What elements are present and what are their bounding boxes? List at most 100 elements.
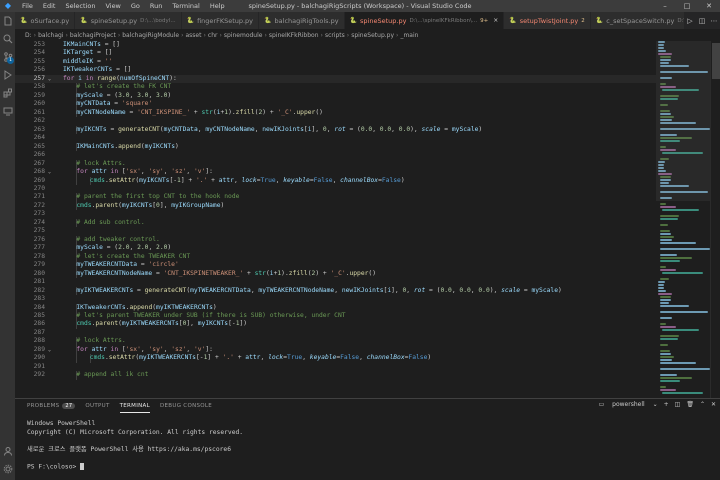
maximize-button[interactable]: □ [676, 0, 698, 12]
menu-view[interactable]: View [100, 2, 125, 10]
code-line[interactable]: 278 # let's create the TWEAKER CNT [15, 252, 656, 262]
code-line[interactable]: 257 ⌄ for i in range(numOfSpineCNT): [15, 74, 656, 84]
minimize-button[interactable]: – [654, 0, 676, 12]
code-line[interactable]: 260 myCNTData = 'square' [15, 100, 656, 109]
editor-scrollbar[interactable] [710, 41, 720, 398]
source-control-icon[interactable]: 1 [0, 48, 15, 66]
split-editor-icon[interactable]: ◫ [696, 17, 708, 25]
trash-icon[interactable]: 🗑 [686, 401, 694, 408]
close-tab-icon[interactable]: × [493, 17, 498, 24]
code-line[interactable]: 275 [15, 227, 656, 235]
fold-chevron-icon[interactable]: ⌄ [48, 168, 51, 176]
panel-tab-debug-console[interactable]: DEBUG CONSOLE [160, 400, 212, 412]
maximize-panel-icon[interactable]: ⌃ [700, 401, 705, 408]
code-line[interactable]: 282 myIKTWEAKERCNTs = generateCNT(myTWEAK… [15, 286, 656, 296]
code-line[interactable]: 274 # Add sub control. [15, 218, 656, 228]
editor-tab[interactable]: 🐍 fingerFKSetup.py [181, 12, 260, 29]
breadcrumb-item[interactable]: asset [186, 32, 202, 39]
menu-help[interactable]: Help [205, 2, 230, 10]
code-line[interactable]: 283 [15, 295, 656, 303]
code-line[interactable]: 279 myTWEAKERCNTData = 'circle' [15, 261, 656, 270]
code-line[interactable]: 263 myIKCNTs = generateCNT(myCNTData, myC… [15, 125, 656, 135]
account-icon[interactable] [0, 442, 15, 460]
scrollbar-thumb[interactable] [712, 43, 720, 79]
code-line[interactable]: 261 myCNTNodeName = 'CNT_IKSPINE_' + str(… [15, 108, 656, 118]
remote-explorer-icon[interactable] [0, 102, 15, 120]
code-line[interactable]: 292 # append all ik cnt [15, 371, 656, 380]
breadcrumb-item[interactable]: D: [25, 32, 32, 39]
code-line[interactable]: 259 myScale = (3.0, 3.0, 3.0) [15, 91, 656, 101]
menu-run[interactable]: Run [145, 2, 167, 10]
code-line[interactable]: 277 myScale = (2.0, 2.0, 2.0) [15, 244, 656, 253]
breadcrumb-item[interactable]: balchagiProject [70, 32, 116, 39]
minimap-slider[interactable] [656, 41, 710, 201]
breadcrumb-item[interactable]: _main [400, 32, 418, 39]
code-line[interactable]: 276 # add tweaker control. [15, 235, 656, 245]
editor-tab[interactable]: 🐍 setupTwistJoint.py 2 [504, 12, 591, 29]
code-line[interactable]: 281 [15, 278, 656, 286]
breadcrumb-item[interactable]: spineSetup.py [351, 32, 394, 39]
code-line[interactable]: 284 IKTweakerCNTs.append(myIKTWEAKERCNTs) [15, 303, 656, 312]
breadcrumb-item[interactable]: balchagiRigModule [122, 32, 179, 39]
code-line[interactable]: 255 middleIK = '' [15, 58, 656, 66]
code-line[interactable]: 269 cmds.setAttr(myIKCNTs[-1] + '.' + att… [15, 176, 656, 185]
code-line[interactable]: 290 cmds.setAttr(myIKTWEAKERCNTs[-1] + '.… [15, 354, 656, 363]
search-icon[interactable] [0, 30, 15, 48]
code-line[interactable]: 286 cmds.parent(myIKTWEAKERCNTs[0], myIKC… [15, 320, 656, 329]
menu-edit[interactable]: Edit [38, 2, 61, 10]
run-file-icon[interactable]: ▷ [684, 17, 696, 25]
panel-tab-problems[interactable]: PROBLEMS 27 [27, 400, 76, 412]
code-line[interactable]: 291 [15, 363, 656, 371]
code-line[interactable]: 271 # parent the first top CNT to the hoo… [15, 193, 656, 202]
files-icon[interactable] [0, 12, 15, 30]
code-line[interactable]: 273 [15, 210, 656, 218]
minimap[interactable] [656, 41, 710, 398]
panel-tab-terminal[interactable]: TERMINAL [119, 400, 150, 413]
more-actions-icon[interactable]: ⋯ [708, 17, 720, 25]
menu-go[interactable]: Go [126, 2, 145, 10]
code-line[interactable]: 253 IKMainCNTs = [] [15, 41, 656, 49]
menu-terminal[interactable]: Terminal [167, 2, 204, 10]
fold-chevron-icon[interactable]: ⌄ [48, 346, 51, 354]
code-line[interactable]: 264 [15, 134, 656, 142]
editor-tab[interactable]: 🐍 spineSetup.py D:\...\spineIKFkRibbon\...… [344, 12, 505, 29]
code-line[interactable]: 256 IKTweakerCNTs = [] [15, 66, 656, 74]
code-line[interactable]: 267 # lock Attrs. [15, 159, 656, 169]
gear-icon[interactable] [0, 460, 15, 478]
run-debug-icon[interactable] [0, 66, 15, 84]
code-line[interactable]: 262 [15, 117, 656, 125]
code-line[interactable]: 268 ⌄ for attr in ['sx', 'sy', 'sz', 'v']: [15, 168, 656, 177]
code-token: scale [421, 125, 441, 133]
code-line[interactable]: 272 cmds.parent(myIKCNTs[0], myIKGroupNam… [15, 201, 656, 211]
code-line[interactable]: 265 IKMainCNTs.append(myIKCNTs) [15, 142, 656, 152]
breadcrumb-item[interactable]: spinemodule [224, 32, 263, 39]
close-window-button[interactable]: ✕ [698, 0, 720, 12]
panel-tab-output[interactable]: OUTPUT [85, 400, 109, 412]
extensions-icon[interactable] [0, 84, 15, 102]
split-terminal-icon[interactable]: ◫ [675, 401, 681, 408]
code-line[interactable]: 270 [15, 185, 656, 193]
close-panel-icon[interactable]: ✕ [711, 401, 716, 408]
breadcrumb-item[interactable]: balchagi [38, 32, 63, 39]
code-line[interactable]: 280 myTWEAKERCNTNodeName = 'CNT_IKSPINETW… [15, 269, 656, 279]
code-line[interactable]: 285 # let's parent TWEAKER under SUB (if … [15, 312, 656, 321]
editor-tab[interactable]: 🐍 oSurface.py [15, 12, 76, 29]
fold-chevron-icon[interactable]: ⌄ [48, 75, 51, 83]
editor-tab[interactable]: 🐍 balchagiRigTools.py [259, 12, 345, 29]
breadcrumb-item[interactable]: chr [208, 32, 218, 39]
editor-tab[interactable]: 🐍 spineSetup.py D:\...\bodyl... [75, 12, 182, 29]
code-line[interactable]: 289 ⌄ for attr in ['sx', 'sy', 'sz', 'v']: [15, 345, 656, 355]
breadcrumb-item[interactable]: spineIKFkRibbon [269, 32, 319, 39]
code-line[interactable]: 288 # lock Attrs. [15, 337, 656, 346]
code-line[interactable]: 254 IKTarget = [] [15, 49, 656, 57]
new-terminal-icon[interactable]: + [664, 401, 669, 408]
code-line[interactable]: 287 [15, 329, 656, 337]
code-line[interactable]: 266 [15, 151, 656, 159]
breadcrumb-item[interactable]: scripts [325, 32, 345, 39]
terminal-selector[interactable]: ▭ powershell ⌄ [593, 401, 658, 408]
menu-file[interactable]: File [17, 2, 38, 10]
code-line[interactable]: 258 # let's create the FK CNT [15, 83, 656, 92]
terminal-output[interactable]: Windows PowerShell Copyright (C) Microsof… [27, 420, 243, 472]
code-editor[interactable]: 253 IKMainCNTs = [] 254 IKTarget = [] 255 mid… [15, 41, 656, 398]
menu-selection[interactable]: Selection [60, 2, 100, 10]
